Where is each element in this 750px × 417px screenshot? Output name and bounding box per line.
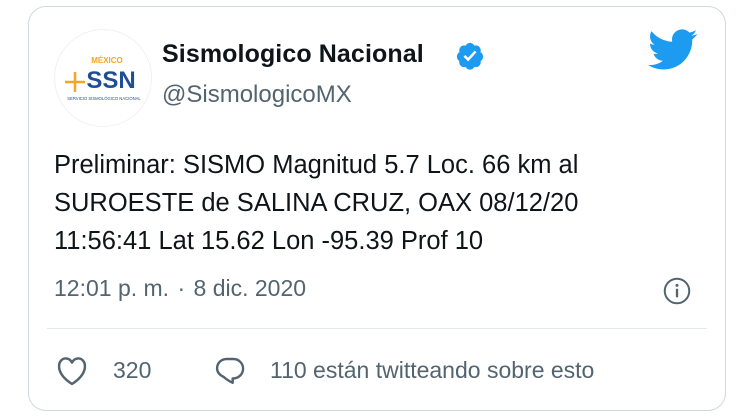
logo-main-text: SSN xyxy=(86,67,135,94)
avatar[interactable]: MÉXICO SSN SERVICIO SISMOLÓGICO NACIONAL xyxy=(54,29,152,127)
twitter-bird-icon[interactable] xyxy=(648,29,698,71)
ssn-logo: MÉXICO SSN SERVICIO SISMOLÓGICO NACIONAL xyxy=(56,31,151,126)
conversation-link[interactable]: 110 están twitteando sobre esto xyxy=(270,357,594,384)
logo-bottom-text: SERVICIO SISMOLÓGICO NACIONAL xyxy=(67,96,141,101)
tweet-timestamp[interactable]: 12:01 p. m. · 8 dic. 2020 xyxy=(54,275,306,302)
heart-icon[interactable] xyxy=(55,356,89,386)
author-handle[interactable]: @SismologicoMX xyxy=(162,81,352,109)
like-count[interactable]: 320 xyxy=(113,357,151,384)
tweet-time: 12:01 p. m. xyxy=(54,275,170,301)
logo-top-text: MÉXICO xyxy=(91,56,123,65)
info-icon[interactable] xyxy=(663,277,691,305)
tweet-text: Preliminar: SISMO Magnitud 5.7 Loc. 66 k… xyxy=(54,151,579,255)
tweet-date: 8 dic. 2020 xyxy=(193,275,307,301)
meta-separator: · xyxy=(177,275,186,301)
reply-bubble-icon[interactable] xyxy=(214,355,246,387)
tweet-card[interactable]: MÉXICO SSN SERVICIO SISMOLÓGICO NACIONAL… xyxy=(28,6,726,411)
divider xyxy=(47,328,707,329)
author-display-name[interactable]: Sismologico Nacional xyxy=(162,40,424,69)
verified-badge-icon xyxy=(456,42,484,70)
